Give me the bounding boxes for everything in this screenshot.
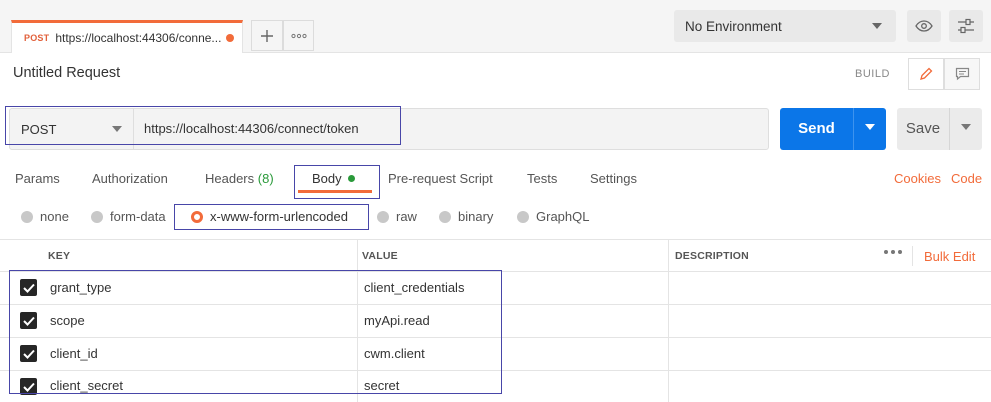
caret-down-icon	[960, 124, 971, 130]
radio-binary[interactable]: binary	[439, 209, 493, 224]
tab-headers[interactable]: Headers (8)	[205, 171, 274, 186]
radio-none[interactable]: none	[21, 209, 69, 224]
send-button[interactable]: Send	[780, 108, 886, 150]
sliders-icon	[958, 18, 974, 34]
request-tab[interactable]: POST https://localhost:44306/conne...	[11, 20, 243, 53]
column-value: VALUE	[362, 250, 398, 262]
radio-raw[interactable]: raw	[377, 209, 417, 224]
caret-down-icon	[864, 124, 875, 130]
highlight-box-body-tab	[294, 165, 380, 199]
tab-authorization[interactable]: Authorization	[92, 171, 168, 186]
tab-headers-label: Headers	[205, 171, 255, 186]
tab-tests[interactable]: Tests	[527, 171, 557, 186]
request-tab-url: https://localhost:44306/conne...	[55, 31, 222, 45]
cookies-link[interactable]: Cookies	[894, 171, 941, 186]
radio-graphql[interactable]: GraphQL	[517, 209, 589, 224]
eye-icon	[915, 20, 933, 32]
unsaved-dot-icon	[226, 34, 235, 42]
radio-circle-icon	[91, 210, 103, 223]
column-description: DESCRIPTION	[675, 250, 749, 262]
comments-button[interactable]	[944, 58, 980, 90]
save-label: Save	[905, 120, 941, 137]
request-tab-method: POST	[24, 33, 50, 43]
plus-icon	[261, 29, 273, 42]
manage-environments-button[interactable]	[949, 10, 983, 42]
caret-down-icon	[872, 23, 882, 29]
highlight-box-urlencoded	[174, 204, 369, 230]
send-label: Send	[798, 120, 835, 137]
new-tab-button[interactable]	[251, 20, 283, 51]
radio-circle-icon	[517, 210, 529, 223]
bulk-edit-link[interactable]: Bulk Edit	[924, 249, 975, 264]
tab-settings[interactable]: Settings	[590, 171, 637, 186]
radio-none-label: none	[40, 209, 69, 224]
build-label: BUILD	[855, 68, 890, 80]
radio-circle-icon	[21, 210, 33, 223]
code-link[interactable]: Code	[951, 171, 982, 186]
tab-strip: POST https://localhost:44306/conne... No…	[0, 0, 991, 53]
highlight-box-rows	[9, 270, 502, 394]
radio-binary-label: binary	[458, 209, 494, 224]
radio-form-data-label: form-data	[110, 209, 166, 224]
save-button[interactable]: Save	[897, 108, 982, 150]
tab-params[interactable]: Params	[15, 171, 60, 186]
bulk-edit-divider	[912, 246, 913, 266]
edit-request-button[interactable]	[908, 58, 944, 90]
radio-graphql-label: GraphQL	[536, 209, 590, 224]
environment-label: No Environment	[685, 18, 782, 34]
send-options-button[interactable]	[853, 124, 886, 130]
column-key: KEY	[48, 250, 71, 262]
table-options-icon[interactable]	[884, 250, 902, 254]
column-divider-value-description	[668, 240, 669, 402]
comment-icon	[955, 67, 969, 81]
tab-options-button[interactable]	[283, 20, 314, 51]
tab-pre-request-script[interactable]: Pre-request Script	[388, 171, 493, 186]
request-title[interactable]: Untitled Request	[13, 65, 120, 81]
radio-form-data[interactable]: form-data	[91, 209, 166, 224]
radio-circle-icon	[377, 210, 389, 223]
more-horizontal-icon	[290, 33, 307, 38]
params-table-header: KEY VALUE DESCRIPTION	[0, 239, 991, 272]
headers-count-badge: (8)	[257, 171, 274, 186]
save-options-button[interactable]	[949, 124, 982, 130]
environment-select[interactable]: No Environment	[674, 10, 896, 42]
radio-raw-label: raw	[396, 209, 417, 224]
highlight-box-url	[5, 106, 401, 145]
radio-circle-icon	[439, 210, 451, 223]
environment-quick-look-button[interactable]	[907, 10, 941, 42]
pencil-icon	[920, 67, 933, 80]
